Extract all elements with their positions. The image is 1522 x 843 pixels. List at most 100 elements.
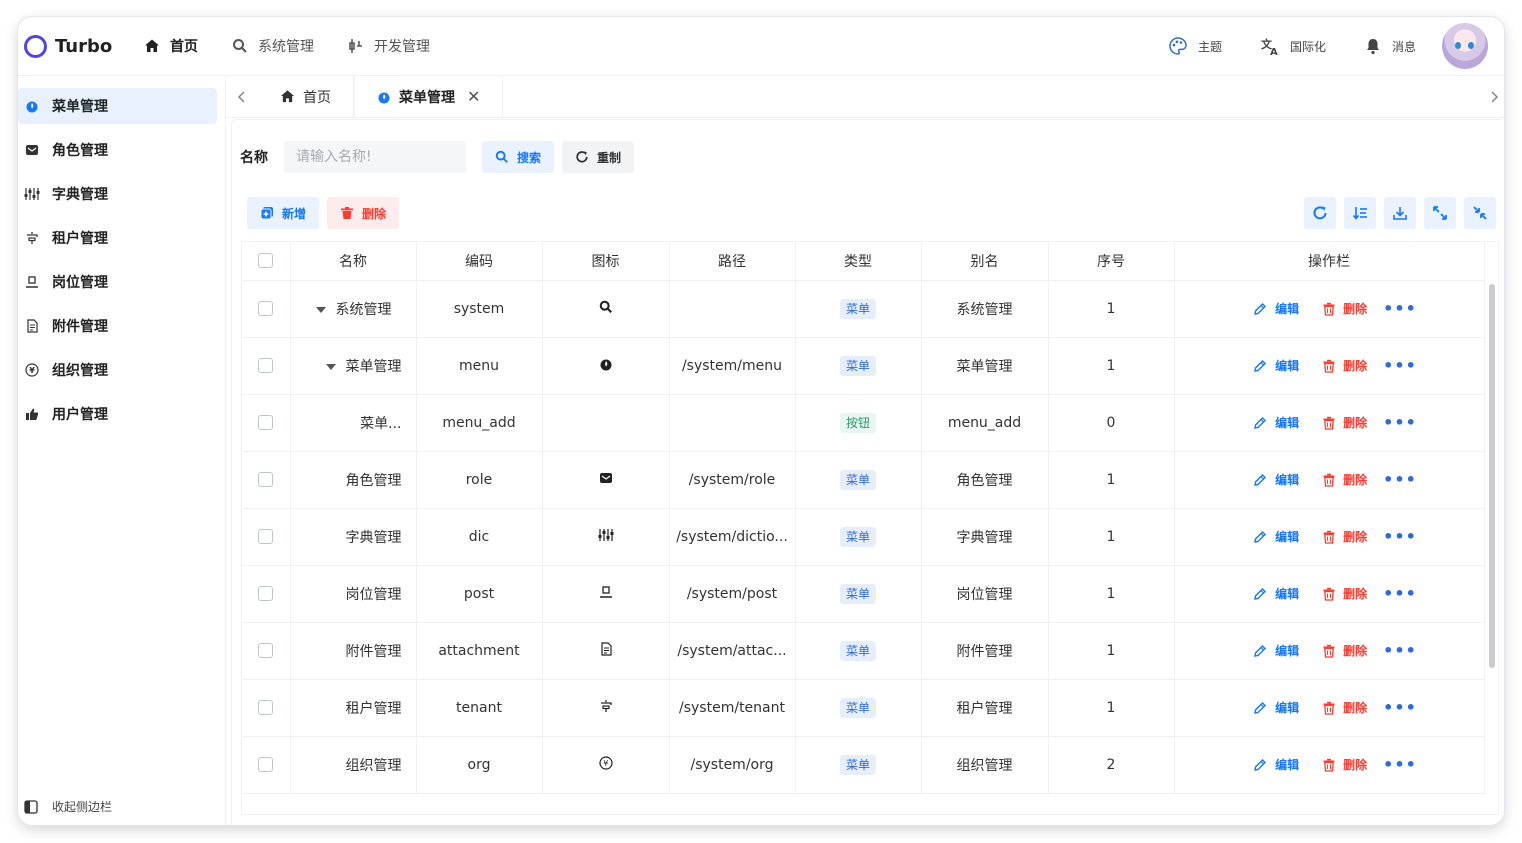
table-row[interactable]: 菜单管理 menu/system/menu 菜单 菜单管理 1 编辑 删除 ••• (242, 337, 1485, 395)
theme-button[interactable]: 主题 (1168, 36, 1222, 56)
table-row[interactable]: 组织管理 org ¥/system/org 菜单 组织管理 2 编辑 删除 ••• (242, 736, 1485, 794)
collapse-sidebar-button[interactable]: 收起侧边栏 (24, 798, 112, 815)
user-avatar[interactable] (1442, 23, 1488, 69)
table-row[interactable]: 角色管理 role/system/role 菜单 角色管理 1 编辑 删除 ••• (242, 451, 1485, 509)
delete-label: 删除 (1343, 644, 1368, 658)
table-row[interactable]: 租户管理 tenant/system/tenant 菜单 租户管理 1 编辑 删除 ••• (242, 679, 1485, 737)
table-row[interactable]: 字典管理 dic/system/dictio... 菜单 字典管理 1 编辑 删除 ••• (242, 508, 1485, 566)
row-checkbox[interactable] (258, 301, 274, 316)
sort-button[interactable] (1344, 197, 1376, 229)
menu-table: 名称 编码 图标 路径 类型 别名 序号 操作栏 系统管理 system 菜单 系统管… (241, 241, 1499, 815)
edit-icon (1253, 302, 1267, 316)
tabs-scroll-left[interactable] (226, 76, 258, 117)
row-checkbox[interactable] (258, 643, 274, 658)
edit-button[interactable]: 编辑 (1253, 585, 1299, 602)
svg-text:A: A (1270, 47, 1278, 56)
edit-icon (1253, 416, 1267, 430)
more-icon[interactable]: ••• (1383, 641, 1417, 660)
select-all-checkbox[interactable] (258, 253, 274, 269)
delete-button[interactable]: 删除 (1323, 300, 1367, 317)
column-header: 名称 (290, 242, 417, 281)
sidebar-item-dict[interactable]: 字典管理 (18, 176, 217, 212)
reset-button[interactable]: 重制 (562, 141, 634, 173)
delete-button[interactable]: 删除 (1323, 642, 1367, 659)
edit-button[interactable]: 编辑 (1253, 699, 1299, 716)
delete-button[interactable]: 删除 (1323, 756, 1367, 773)
flame-icon (22, 99, 42, 113)
row-code: role (416, 451, 543, 509)
sidebar-item-post[interactable]: 岗位管理 (18, 264, 217, 300)
row-checkbox[interactable] (258, 700, 274, 715)
table-row[interactable]: 附件管理 attachment/system/attac... 菜单 附件管理 1 编辑删… (242, 622, 1485, 680)
row-type-cell: 菜单 (795, 337, 922, 395)
tab-menu-management[interactable]: 菜单管理 ✕ (354, 76, 504, 117)
topnav-dev[interactable]: 开发管理 (348, 36, 430, 56)
expand-caret-icon[interactable] (325, 363, 336, 370)
topnav-home[interactable]: 首页 (144, 36, 198, 56)
batch-delete-label: 删除 (362, 206, 387, 221)
logo[interactable]: Turbo (24, 34, 136, 58)
edit-button[interactable]: 编辑 (1253, 357, 1299, 374)
row-checkbox[interactable] (258, 472, 274, 487)
more-icon[interactable]: ••• (1383, 299, 1417, 318)
delete-label: 删除 (1343, 587, 1368, 601)
chevron-left-icon (237, 90, 245, 103)
table-row[interactable]: 系统管理 system 菜单 系统管理 1 编辑 删除 ••• (242, 280, 1485, 338)
type-tag: 菜单 (839, 355, 876, 376)
sidebar-item-attachment[interactable]: 附件管理 (18, 308, 217, 344)
row-checkbox[interactable] (258, 529, 274, 544)
row-checkbox[interactable] (258, 586, 274, 601)
delete-button[interactable]: 删除 (1323, 585, 1367, 602)
sidebar-item-role[interactable]: 角色管理 (18, 132, 217, 168)
type-tag: 菜单 (839, 754, 876, 775)
tab-home[interactable]: 首页 (258, 76, 354, 117)
more-icon[interactable]: ••• (1383, 356, 1417, 375)
more-icon[interactable]: ••• (1383, 755, 1417, 774)
collapse-button[interactable] (1464, 197, 1496, 229)
row-checkbox[interactable] (258, 358, 274, 373)
download-button[interactable] (1384, 197, 1416, 229)
delete-button[interactable]: 删除 (1323, 414, 1367, 431)
sidebar-item-org[interactable]: ¥ 组织管理 (18, 352, 217, 388)
edit-button[interactable]: 编辑 (1253, 414, 1299, 431)
close-icon[interactable]: ✕ (467, 87, 480, 106)
delete-button[interactable]: 删除 (1323, 471, 1367, 488)
table-row[interactable]: 岗位管理 post/system/post 菜单 岗位管理 1 编辑 删除 ••• (242, 565, 1485, 623)
edit-button[interactable]: 编辑 (1253, 528, 1299, 545)
more-icon[interactable]: ••• (1383, 413, 1417, 432)
expand-button[interactable] (1424, 197, 1456, 229)
delete-button[interactable]: 删除 (1323, 528, 1367, 545)
message-button[interactable]: 消息 (1364, 37, 1416, 55)
edit-button[interactable]: 编辑 (1253, 642, 1299, 659)
edit-button[interactable]: 编辑 (1253, 471, 1299, 488)
topnav-system[interactable]: 系统管理 (232, 36, 314, 56)
delete-button[interactable]: 删除 (1323, 699, 1367, 716)
more-icon[interactable]: ••• (1383, 527, 1417, 546)
sidebar-item-menu[interactable]: 菜单管理 (18, 88, 217, 124)
search-input[interactable] (284, 141, 466, 173)
more-icon[interactable]: ••• (1383, 698, 1417, 717)
edit-button[interactable]: 编辑 (1253, 756, 1299, 773)
type-tag: 菜单 (839, 583, 876, 604)
more-icon[interactable]: ••• (1383, 470, 1417, 489)
sidebar: 菜单管理 角色管理 字典管理 租户管理 岗位管理 附件管理 ¥ 组织管理 用户管… (18, 76, 226, 825)
sidebar-item-tenant[interactable]: 租户管理 (18, 220, 217, 256)
edit-button[interactable]: 编辑 (1253, 300, 1299, 317)
home-icon (144, 38, 160, 54)
table-scrollbar[interactable] (1489, 284, 1495, 668)
table-row[interactable]: 菜单... menu_add 按钮 menu_add 0 编辑 删除 ••• (242, 394, 1485, 452)
refresh-table-button[interactable] (1304, 197, 1336, 229)
batch-delete-button[interactable]: 删除 (327, 197, 399, 229)
search-button[interactable]: 搜索 (482, 141, 554, 173)
delete-button[interactable]: 删除 (1323, 357, 1367, 374)
menu-table-grid: 名称 编码 图标 路径 类型 别名 序号 操作栏 系统管理 system 菜单 系统管… (242, 242, 1485, 794)
expand-caret-icon[interactable] (315, 306, 326, 313)
tabs-scroll-right[interactable] (1484, 76, 1504, 117)
row-checkbox[interactable] (258, 415, 274, 430)
edit-icon (1253, 701, 1267, 715)
add-button[interactable]: 新增 (247, 197, 319, 229)
i18n-button[interactable]: 文A 国际化 (1260, 36, 1326, 56)
more-icon[interactable]: ••• (1383, 584, 1417, 603)
sidebar-item-user[interactable]: 用户管理 (18, 396, 217, 432)
row-checkbox[interactable] (258, 757, 274, 772)
